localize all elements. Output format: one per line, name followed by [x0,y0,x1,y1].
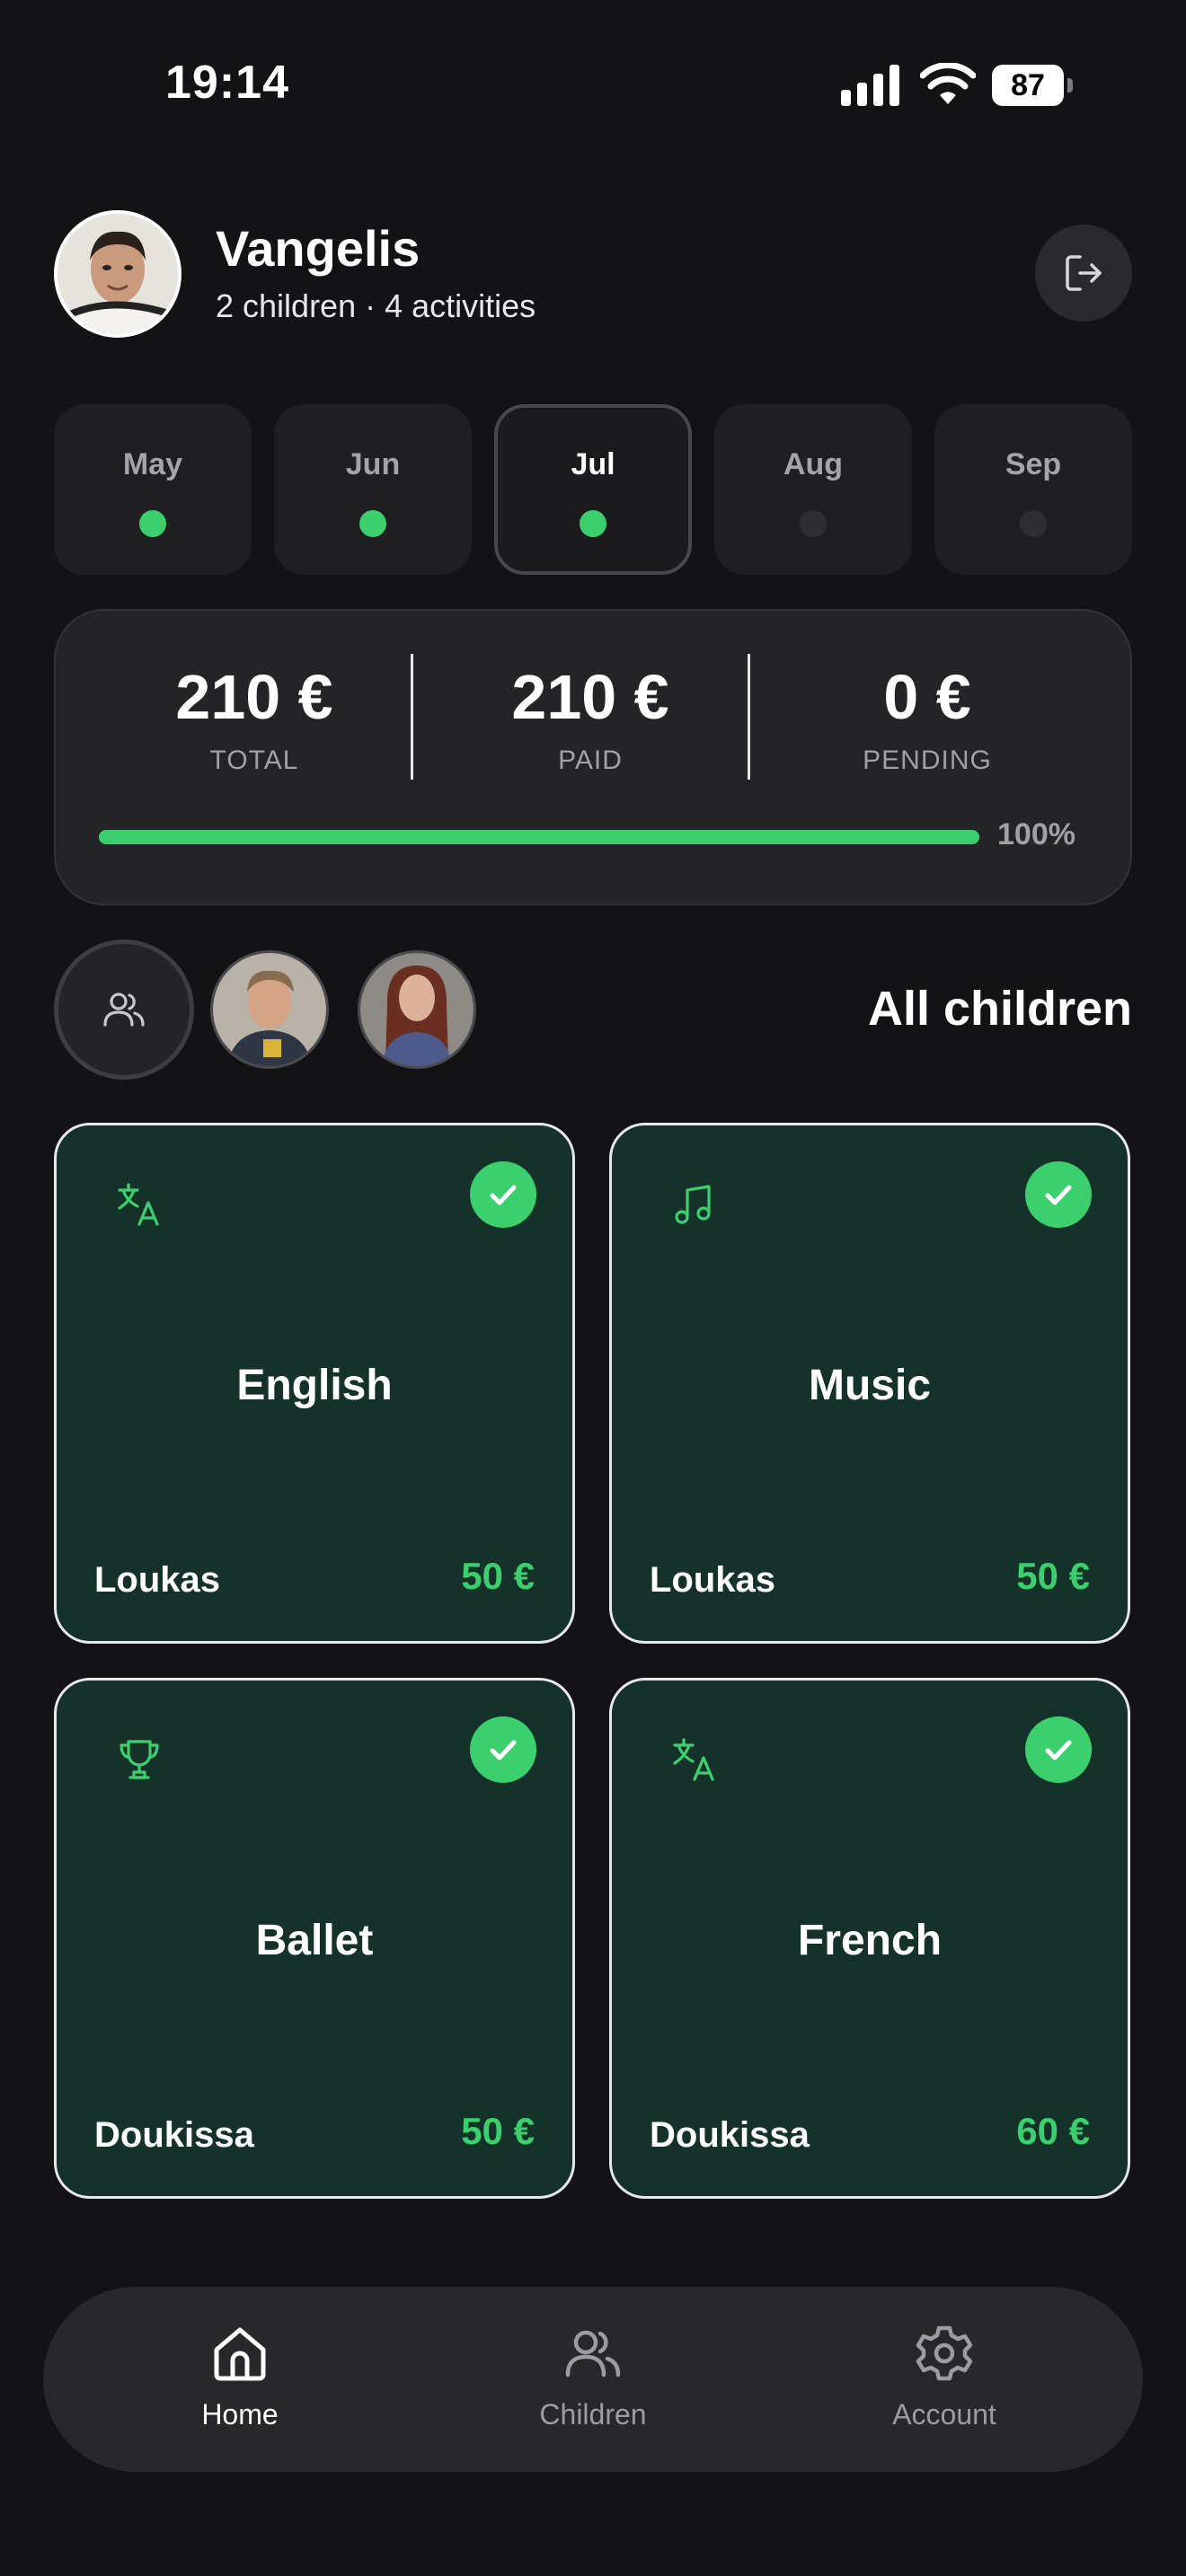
progress-fill [99,830,979,844]
month-may[interactable]: May [54,404,252,575]
paid-check-icon [1025,1716,1092,1783]
activity-child: Loukas [94,1560,221,1600]
activity-child: Doukissa [650,2115,810,2155]
month-aug[interactable]: Aug [714,404,912,575]
gear-icon [916,2325,973,2381]
month-status-dot [1020,510,1047,537]
trophy-icon [119,1740,159,1779]
battery-level: 87 [992,65,1064,106]
total-value: 210 € [175,662,333,732]
month-jun[interactable]: Jun [274,404,472,575]
payment-progress-bar [99,830,979,844]
pending-value: 0 € [883,662,971,732]
activity-card-french[interactable]: French Doukissa 60 € [609,1678,1130,2199]
nav-home-label: Home [201,2398,279,2430]
nav-children-label: Children [539,2398,647,2430]
avatar[interactable] [54,210,181,338]
activity-card-ballet[interactable]: Ballet Doukissa 50 € [54,1678,575,2199]
logout-icon [1066,255,1102,291]
child-avatar-loukas[interactable] [210,950,329,1069]
total-label: TOTAL [209,745,299,775]
paid-check-icon [1025,1161,1092,1228]
nav-children[interactable]: Children [476,2323,710,2431]
activity-title: Music [808,1362,932,1409]
user-summary: 2 children · 4 activities [216,287,536,324]
activity-title: Ballet [255,1917,374,1964]
nav-account[interactable]: Account [828,2323,1061,2431]
home-icon [214,2327,266,2381]
wifi-icon [920,63,976,104]
paid-check-icon [470,1161,536,1228]
battery-icon: 87 [992,65,1075,108]
month-sep[interactable]: Sep [934,404,1132,575]
status-time: 19:14 [165,57,289,109]
activity-price: 50 € [461,2110,535,2152]
month-status-dot [359,510,386,537]
child-avatar-doukissa[interactable] [358,950,476,1069]
month-jul[interactable]: Jul [494,404,692,575]
paid-check-icon [470,1716,536,1783]
logout-button[interactable] [1035,225,1132,322]
month-status-dot [800,510,827,537]
music-note-icon [675,1185,711,1224]
activity-child: Doukissa [94,2115,254,2155]
users-icon [565,2330,621,2378]
all-children-filter-button[interactable] [54,940,194,1080]
activity-price: 50 € [461,1555,535,1597]
divider [411,654,413,780]
nav-account-label: Account [892,2398,996,2430]
activity-price: 50 € [1016,1555,1090,1597]
activity-card-music[interactable]: Music Loukas 50 € [609,1123,1130,1644]
translate-icon [118,1183,159,1226]
users-icon [103,992,145,1027]
activity-child: Loukas [650,1560,776,1600]
month-status-dot [139,510,166,537]
activity-price: 60 € [1016,2110,1090,2152]
divider [748,654,750,780]
pending-label: PENDING [863,745,992,775]
activity-title: French [797,1917,943,1964]
children-filter-title: All children [867,982,1132,1036]
translate-icon [673,1738,714,1781]
signal-icon [841,65,899,106]
month-status-dot [580,510,606,537]
progress-percent: 100% [997,817,1075,851]
activity-title: English [236,1362,393,1409]
paid-value: 210 € [511,662,669,732]
nav-home[interactable]: Home [123,2323,357,2431]
activity-card-english[interactable]: English Loukas 50 € [54,1123,575,1644]
user-name: Vangelis [216,220,420,277]
paid-label: PAID [558,745,623,775]
